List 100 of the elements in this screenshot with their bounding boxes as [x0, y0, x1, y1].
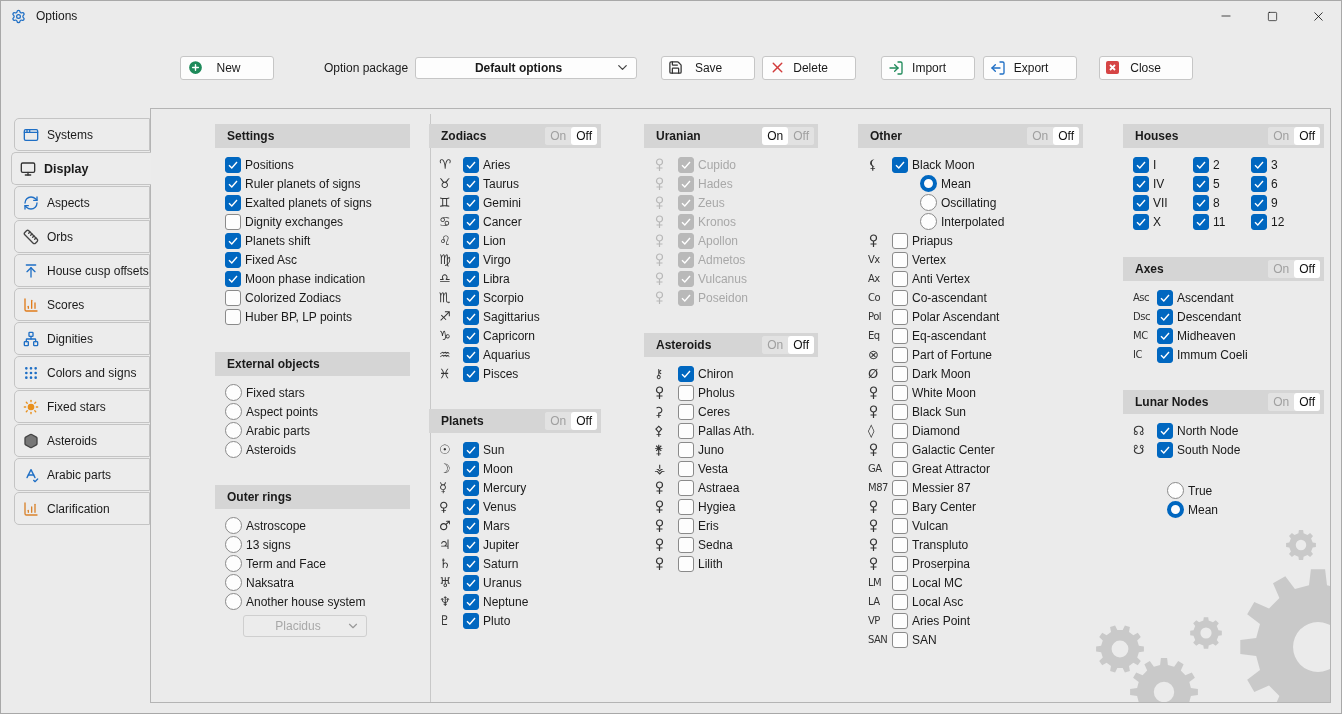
checkbox[interactable] [1133, 156, 1149, 173]
sidebar-tab[interactable]: House cusp offsets [14, 254, 150, 287]
checkbox[interactable] [892, 536, 908, 553]
checkbox[interactable] [678, 384, 694, 401]
checkbox[interactable] [225, 270, 241, 287]
radio-button[interactable] [225, 593, 242, 610]
checkbox[interactable] [463, 251, 479, 268]
checkbox[interactable] [1251, 194, 1267, 211]
checkbox[interactable] [1133, 175, 1149, 192]
toolbar-button[interactable]: Import [881, 55, 976, 80]
checkbox[interactable] [463, 593, 479, 610]
checkbox[interactable] [892, 403, 908, 420]
checkbox[interactable] [678, 460, 694, 477]
checkbox[interactable] [892, 384, 908, 401]
radio-button[interactable] [920, 175, 937, 192]
checkbox[interactable] [1193, 213, 1209, 230]
checkbox[interactable] [892, 270, 908, 287]
toggle-option[interactable]: Off [788, 336, 814, 354]
checkbox[interactable] [892, 156, 908, 173]
checkbox[interactable] [892, 498, 908, 515]
toolbar-button[interactable]: Close [1099, 55, 1194, 80]
checkbox[interactable] [892, 327, 908, 344]
radio-button[interactable] [225, 517, 242, 534]
sidebar-tab[interactable]: Colors and signs [14, 356, 150, 389]
checkbox[interactable] [678, 403, 694, 420]
checkbox[interactable] [678, 365, 694, 382]
checkbox[interactable] [678, 555, 694, 572]
checkbox[interactable] [892, 365, 908, 382]
checkbox[interactable] [678, 517, 694, 534]
sidebar-tab[interactable]: Display [11, 152, 151, 185]
sidebar-tab[interactable]: Systems [14, 118, 150, 151]
checkbox[interactable] [1251, 175, 1267, 192]
checkbox[interactable] [1193, 194, 1209, 211]
sidebar-tab[interactable]: Aspects [14, 186, 150, 219]
checkbox[interactable] [463, 175, 479, 192]
toolbar-button[interactable]: Export [983, 55, 1078, 80]
checkbox[interactable] [1157, 308, 1173, 325]
checkbox[interactable] [892, 593, 908, 610]
checkbox[interactable] [225, 213, 241, 230]
checkbox[interactable] [1251, 156, 1267, 173]
checkbox[interactable] [892, 631, 908, 648]
checkbox[interactable] [463, 308, 479, 325]
toggle-option[interactable]: Off [1294, 260, 1320, 278]
sidebar-tab[interactable]: Asteroids [14, 424, 150, 457]
checkbox[interactable] [892, 251, 908, 268]
checkbox[interactable] [892, 479, 908, 496]
checkbox[interactable] [463, 194, 479, 211]
checkbox[interactable] [463, 365, 479, 382]
radio-button[interactable] [920, 213, 937, 230]
toggle-option[interactable]: Off [1294, 127, 1320, 145]
toggle-option[interactable]: Off [571, 412, 597, 430]
checkbox[interactable] [892, 346, 908, 363]
checkbox[interactable] [225, 251, 241, 268]
checkbox[interactable] [463, 536, 479, 553]
checkbox[interactable] [463, 612, 479, 629]
checkbox[interactable] [892, 574, 908, 591]
checkbox[interactable] [1251, 213, 1267, 230]
radio-button[interactable] [1167, 482, 1184, 499]
checkbox[interactable] [463, 327, 479, 344]
checkbox[interactable] [463, 270, 479, 287]
checkbox[interactable] [225, 308, 241, 325]
radio-button[interactable] [1167, 501, 1184, 518]
checkbox[interactable] [892, 232, 908, 249]
checkbox[interactable] [463, 289, 479, 306]
toolbar-button[interactable]: Delete [762, 55, 857, 80]
checkbox[interactable] [892, 460, 908, 477]
option-package-dropdown[interactable]: Default options [415, 56, 638, 79]
sidebar-tab[interactable]: Fixed stars [14, 390, 150, 423]
checkbox[interactable] [892, 422, 908, 439]
sidebar-tab[interactable]: Scores [14, 288, 150, 321]
sidebar-tab[interactable]: Clarification [14, 492, 150, 525]
checkbox[interactable] [463, 498, 479, 515]
checkbox[interactable] [1157, 346, 1173, 363]
radio-button[interactable] [225, 422, 242, 439]
toolbar-button[interactable]: New [180, 55, 274, 80]
checkbox[interactable] [1133, 213, 1149, 230]
checkbox[interactable] [892, 612, 908, 629]
checkbox[interactable] [225, 175, 241, 192]
sidebar-tab[interactable]: Arabic parts [14, 458, 150, 491]
checkbox[interactable] [678, 536, 694, 553]
checkbox[interactable] [463, 555, 479, 572]
checkbox[interactable] [463, 156, 479, 173]
radio-button[interactable] [225, 536, 242, 553]
checkbox[interactable] [463, 232, 479, 249]
checkbox[interactable] [892, 441, 908, 458]
checkbox[interactable] [678, 498, 694, 515]
checkbox[interactable] [1157, 289, 1173, 306]
radio-button[interactable] [225, 441, 242, 458]
checkbox[interactable] [463, 574, 479, 591]
checkbox[interactable] [1193, 175, 1209, 192]
checkbox[interactable] [463, 479, 479, 496]
checkbox[interactable] [678, 422, 694, 439]
checkbox[interactable] [463, 441, 479, 458]
checkbox[interactable] [1133, 194, 1149, 211]
checkbox[interactable] [892, 517, 908, 534]
checkbox[interactable] [463, 517, 479, 534]
sidebar-tab[interactable]: Dignities [14, 322, 150, 355]
checkbox[interactable] [1157, 422, 1173, 439]
toggle-option[interactable]: Off [571, 127, 597, 145]
checkbox[interactable] [1157, 441, 1173, 458]
